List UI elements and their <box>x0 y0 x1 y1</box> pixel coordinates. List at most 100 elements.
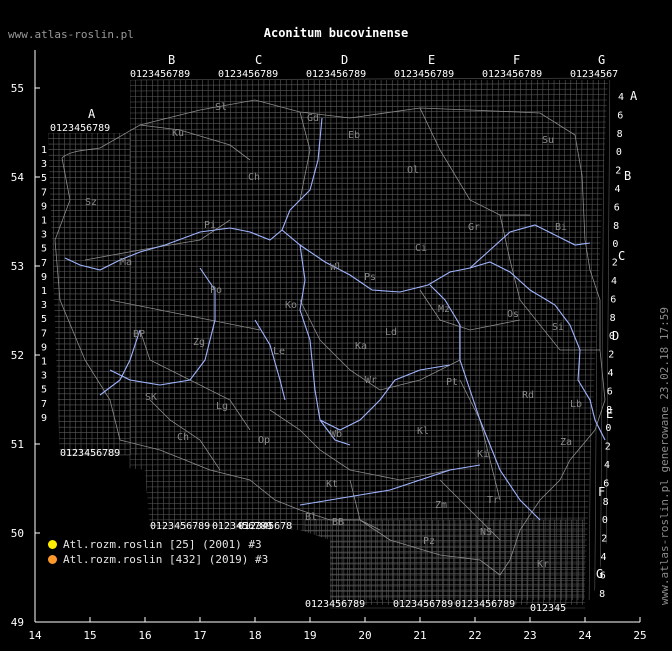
y-tick-label: 51 <box>11 438 24 451</box>
region-label: Za <box>560 437 572 448</box>
grid-line <box>129 165 605 169</box>
grid-line <box>129 435 592 438</box>
region-label: BP <box>133 329 145 340</box>
grid-line <box>129 479 590 482</box>
grid-line <box>560 79 566 601</box>
grid-line <box>129 264 600 268</box>
grid-line <box>129 116 607 119</box>
grid-digits-top: 0123456789 <box>130 69 190 80</box>
grid-line <box>129 143 606 147</box>
grid-letter-right: C <box>618 249 625 263</box>
grid-line <box>129 457 591 460</box>
border-line <box>419 289 521 331</box>
grid-line <box>129 193 603 196</box>
grid-row-right: 8 <box>599 589 605 600</box>
grid-digits-mid: 0123456789 <box>150 521 210 532</box>
grid-line <box>129 501 589 504</box>
grid-line <box>129 495 590 499</box>
grid-line <box>129 132 606 136</box>
grid-row-left: 7 <box>41 187 47 198</box>
region-label: Ko <box>285 300 297 311</box>
x-tick-label: 23 <box>523 629 536 642</box>
region-label: Bi <box>555 222 567 233</box>
grid-line <box>129 374 595 378</box>
region-label: Po <box>210 285 222 296</box>
grid-line <box>493 79 499 601</box>
border-line <box>109 299 261 331</box>
grid-row-left: 3 <box>41 159 47 170</box>
grid-row-right: 6 <box>607 386 613 397</box>
grid-line <box>129 462 591 466</box>
grid-row-left: 1 <box>41 286 47 297</box>
grid-row-right: 6 <box>603 478 609 489</box>
grid-line <box>129 105 607 108</box>
grid-row-right: 6 <box>614 202 620 213</box>
grid-line <box>129 358 596 361</box>
region-label: Ka <box>355 341 367 352</box>
region-label: Bl <box>305 512 317 523</box>
grid-line <box>129 160 605 163</box>
region-label: Sz <box>85 197 97 208</box>
region-label: Kt <box>326 479 338 490</box>
grid-row-right: 4 <box>608 368 614 379</box>
region-label: Wb <box>330 429 342 440</box>
grid-row-right: 6 <box>600 570 606 581</box>
region-label: Ol <box>407 165 419 176</box>
grid-line <box>533 79 538 601</box>
grid-digits-bottom: 012345 <box>530 603 566 614</box>
grid-line <box>129 352 596 356</box>
grid-row-left: 3 <box>41 371 47 382</box>
grid-letter-top: F <box>513 53 520 67</box>
grid-line <box>499 79 505 601</box>
region-label: Le <box>273 346 285 357</box>
y-tick-label: 55 <box>11 82 24 95</box>
grid-row-left: 5 <box>41 314 47 325</box>
grid-line <box>129 248 601 251</box>
grid-digits-bottom: 0123456789 <box>455 599 515 610</box>
grid-row-left: 5 <box>41 385 47 396</box>
x-tick-label: 20 <box>358 629 371 642</box>
region-label: NS <box>480 527 492 538</box>
grid-line <box>129 473 591 477</box>
grid-row-right: 8 <box>606 405 612 416</box>
region-label: Ku <box>172 128 184 139</box>
grid-line <box>129 429 593 433</box>
grid-line <box>129 446 592 449</box>
region-label: Lg <box>216 401 228 412</box>
grid-letter-top: G <box>598 53 605 67</box>
region-label: Sl <box>215 102 227 113</box>
region-label: Su <box>542 135 554 146</box>
grid-row-right: 8 <box>617 129 623 140</box>
grid-row-left: 9 <box>41 272 47 283</box>
region-label: Kr <box>537 559 549 570</box>
region-label: Mz <box>438 304 450 315</box>
grid-row-right: 8 <box>613 221 619 232</box>
grid-row-right: 6 <box>617 110 623 121</box>
x-tick-label: 16 <box>138 629 151 642</box>
x-tick-label: 19 <box>303 629 316 642</box>
x-tick-label: 22 <box>468 629 481 642</box>
x-tick-label: 14 <box>28 629 42 642</box>
region-label: Lb <box>570 399 582 410</box>
grid-line <box>129 99 608 103</box>
grid-row-right: 4 <box>611 276 617 287</box>
region-label: Ki <box>477 449 489 460</box>
grid-line <box>477 79 482 601</box>
grid-row-right: 4 <box>601 552 607 563</box>
region-label: Op <box>258 435 270 446</box>
grid-letter-right: A <box>630 89 638 103</box>
grid-row-left: 3 <box>41 300 47 311</box>
grid-row-left: 9 <box>41 342 47 353</box>
grid-row-right: 4 <box>618 92 624 103</box>
grid-line <box>129 176 604 180</box>
region-label: Gr <box>468 222 480 233</box>
grid-line <box>129 363 596 367</box>
region-label: BB <box>332 517 344 528</box>
grid-digits-bottom: 0123456789 <box>305 599 365 610</box>
map-title: Aconitum bucovinense <box>263 26 409 40</box>
grid-line <box>583 79 588 601</box>
grid-line <box>129 385 595 389</box>
grid-line <box>129 369 595 372</box>
grid-line <box>577 79 583 601</box>
legend-label: Atl.rozm.roslin [25] (2001) #3 <box>63 538 262 551</box>
